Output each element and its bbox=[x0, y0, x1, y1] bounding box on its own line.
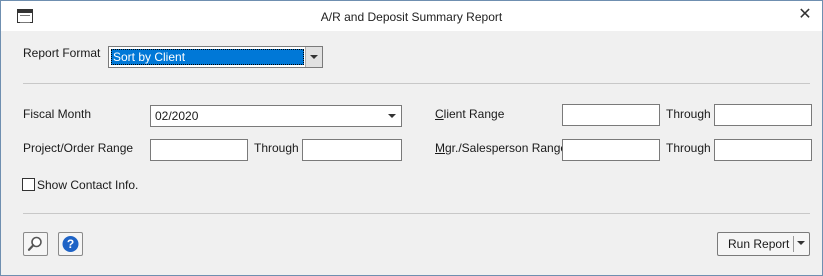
project-order-range-label: Project/Order Range bbox=[23, 141, 134, 155]
window-title: A/R and Deposit Summary Report bbox=[320, 10, 503, 24]
mgr-through-label: Through bbox=[666, 141, 711, 155]
client-range-to-input[interactable] bbox=[714, 104, 812, 126]
client-range-label: Client Range bbox=[435, 107, 505, 121]
report-format-value: Sort by Client bbox=[111, 49, 304, 65]
close-icon[interactable]: ✕ bbox=[795, 5, 815, 25]
chevron-down-icon[interactable] bbox=[797, 233, 805, 248]
divider bbox=[23, 213, 810, 214]
help-button[interactable]: ? bbox=[58, 232, 83, 256]
title-bar: A/R and Deposit Summary Report ✕ bbox=[1, 1, 822, 31]
divider bbox=[23, 83, 810, 84]
mgr-salesperson-to-input[interactable] bbox=[714, 139, 812, 161]
run-report-button[interactable]: Run Report bbox=[717, 232, 810, 256]
project-through-label: Through bbox=[254, 141, 299, 155]
show-contact-label[interactable]: Show Contact Info. bbox=[37, 178, 138, 192]
split-divider bbox=[793, 236, 794, 252]
svg-text:?: ? bbox=[67, 237, 74, 251]
fiscal-month-label: Fiscal Month bbox=[23, 107, 92, 121]
client-range-from-input[interactable] bbox=[562, 104, 660, 126]
mgr-salesperson-from-input[interactable] bbox=[562, 139, 660, 161]
fiscal-month-value: 02/2020 bbox=[155, 109, 199, 123]
run-report-label: Run Report bbox=[728, 237, 790, 251]
help-icon: ? bbox=[62, 236, 79, 252]
show-contact-checkbox[interactable] bbox=[22, 178, 35, 191]
search-button[interactable] bbox=[23, 232, 48, 256]
chevron-down-icon bbox=[388, 114, 396, 118]
report-format-select[interactable]: Sort by Client bbox=[108, 46, 323, 68]
client-through-label: Through bbox=[666, 107, 711, 121]
mgr-salesperson-range-label: Mgr./Salesperson Range bbox=[435, 141, 568, 155]
report-dialog: A/R and Deposit Summary Report ✕ Report … bbox=[0, 0, 823, 276]
magnifier-icon bbox=[27, 236, 42, 251]
fiscal-month-select[interactable]: 02/2020 bbox=[150, 105, 402, 127]
report-format-label: Report Format bbox=[23, 46, 101, 60]
project-order-from-input[interactable] bbox=[150, 139, 248, 161]
project-order-to-input[interactable] bbox=[302, 139, 402, 161]
chevron-down-icon[interactable] bbox=[305, 47, 322, 67]
